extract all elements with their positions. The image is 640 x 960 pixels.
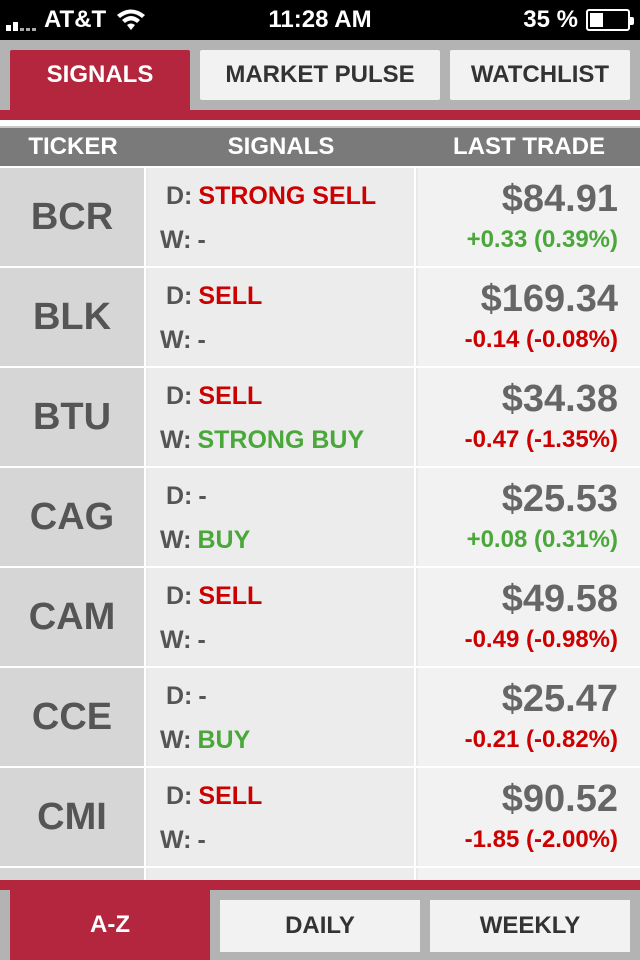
- weekly-signal: -: [197, 626, 206, 654]
- daily-signal: -: [198, 682, 207, 710]
- table-row[interactable]: CCE D: - W: BUY $25.47 -0.21 (-0.82%): [0, 668, 640, 768]
- signals-list[interactable]: BCR D: STRONG SELL W: - $84.91 +0.33 (0.39…: [0, 168, 640, 880]
- price-change: -0.49 (-0.98%): [464, 626, 618, 653]
- weekly-signal: STRONG BUY: [197, 426, 365, 454]
- table-row[interactable]: BCR D: STRONG SELL W: - $84.91 +0.33 (0.39…: [0, 168, 640, 268]
- signals-cell: D: SELL W: STRONG BUY: [148, 368, 416, 466]
- daily-signal: SELL: [198, 282, 263, 310]
- last-trade-cell: $49.58 -0.49 (-0.98%): [418, 568, 640, 666]
- last-trade-cell-empty: [418, 868, 640, 880]
- weekly-label: W:: [160, 726, 192, 754]
- tab-market-pulse[interactable]: MARKET PULSE: [200, 50, 440, 100]
- column-headers: TICKER SIGNALS LAST TRADE: [0, 126, 640, 166]
- header-last-trade: LAST TRADE: [453, 133, 605, 160]
- weekly-signal: BUY: [197, 726, 251, 754]
- status-bar: AT&T 11:28 AM 35 %: [0, 0, 640, 40]
- sort-weekly-button[interactable]: WEEKLY: [430, 900, 630, 952]
- weekly-signal: -: [197, 226, 206, 254]
- daily-label: D:: [166, 782, 193, 810]
- weekly-signal: -: [197, 326, 206, 354]
- weekly-label: W:: [160, 226, 192, 254]
- table-row[interactable]: CAM D: SELL W: - $49.58 -0.49 (-0.98%): [0, 568, 640, 668]
- table-row[interactable]: BLK D: SELL W: - $169.34 -0.14 (-0.08%): [0, 268, 640, 368]
- last-price: $169.34: [480, 278, 618, 320]
- weekly-signal: -: [197, 826, 206, 854]
- signals-cell: D: SELL W: -: [148, 768, 416, 866]
- sort-az-button[interactable]: A-Z: [10, 890, 210, 960]
- signals-cell: D: STRONG SELL W: -: [148, 168, 416, 266]
- ticker-symbol: BLK: [0, 268, 146, 366]
- price-change: +0.08 (0.31%): [466, 526, 618, 553]
- battery-icon: [586, 9, 634, 31]
- status-right: 35 %: [523, 6, 634, 34]
- top-tab-bar: SIGNALS MARKET PULSE WATCHLIST: [0, 40, 640, 120]
- weekly-signal: BUY: [197, 526, 251, 554]
- weekly-label: W:: [160, 626, 192, 654]
- battery-fill: [590, 13, 603, 27]
- signals-cell: D: - W: BUY: [148, 468, 416, 566]
- last-price: $84.91: [501, 178, 618, 220]
- weekly-label: W:: [160, 826, 192, 854]
- signals-cell: D: - W: BUY: [148, 668, 416, 766]
- signals-cell-empty: [148, 868, 416, 880]
- table-row[interactable]: CAG D: - W: BUY $25.53 +0.08 (0.31%): [0, 468, 640, 568]
- daily-label: D:: [166, 582, 193, 610]
- daily-signal: SELL: [198, 582, 263, 610]
- ticker-symbol: CCE: [0, 668, 146, 766]
- last-price: $25.53: [501, 478, 618, 520]
- daily-label: D:: [166, 182, 193, 210]
- daily-signal: SELL: [198, 382, 263, 410]
- last-trade-cell: $84.91 +0.33 (0.39%): [418, 168, 640, 266]
- price-change: -0.21 (-0.82%): [464, 726, 618, 753]
- ticker-symbol: CAG: [0, 468, 146, 566]
- daily-label: D:: [166, 282, 193, 310]
- weekly-label: W:: [160, 326, 192, 354]
- last-price: $25.47: [501, 678, 618, 720]
- price-change: -0.14 (-0.08%): [464, 326, 618, 353]
- ticker-symbol: BTU: [0, 368, 146, 466]
- table-row[interactable]: BTU D: SELL W: STRONG BUY $34.38 -0.47 (-1…: [0, 368, 640, 468]
- daily-label: D:: [166, 482, 193, 510]
- daily-signal: STRONG SELL: [198, 182, 377, 210]
- daily-label: D:: [166, 382, 193, 410]
- ticker-cell-empty: [0, 868, 146, 880]
- daily-signal: SELL: [198, 782, 263, 810]
- tab-signals[interactable]: SIGNALS: [10, 50, 190, 110]
- last-price: $49.58: [501, 578, 618, 620]
- last-price: $90.52: [501, 778, 618, 820]
- signals-cell: D: SELL W: -: [148, 568, 416, 666]
- daily-signal: -: [198, 482, 207, 510]
- ticker-symbol: CAM: [0, 568, 146, 666]
- header-ticker: TICKER: [28, 133, 118, 160]
- weekly-label: W:: [160, 426, 192, 454]
- weekly-label: W:: [160, 526, 192, 554]
- table-row[interactable]: CMI D: SELL W: - $90.52 -1.85 (-2.00%): [0, 768, 640, 868]
- price-change: -1.85 (-2.00%): [464, 826, 618, 853]
- last-trade-cell: $34.38 -0.47 (-1.35%): [418, 368, 640, 466]
- price-change: +0.33 (0.39%): [466, 226, 618, 253]
- tab-watchlist[interactable]: WATCHLIST: [450, 50, 630, 100]
- battery-percent: 35 %: [523, 6, 578, 33]
- daily-label: D:: [166, 682, 193, 710]
- table-row-partial[interactable]: [0, 868, 640, 880]
- ticker-symbol: CMI: [0, 768, 146, 866]
- ticker-symbol: BCR: [0, 168, 146, 266]
- last-trade-cell: $90.52 -1.85 (-2.00%): [418, 768, 640, 866]
- price-change: -0.47 (-1.35%): [464, 426, 618, 453]
- last-trade-cell: $25.53 +0.08 (0.31%): [418, 468, 640, 566]
- last-trade-cell: $169.34 -0.14 (-0.08%): [418, 268, 640, 366]
- signals-cell: D: SELL W: -: [148, 268, 416, 366]
- sort-daily-button[interactable]: DAILY: [220, 900, 420, 952]
- bottom-tab-bar: A-Z DAILY WEEKLY: [0, 880, 640, 960]
- last-price: $34.38: [501, 378, 618, 420]
- header-signals: SIGNALS: [227, 133, 335, 160]
- last-trade-cell: $25.47 -0.21 (-0.82%): [418, 668, 640, 766]
